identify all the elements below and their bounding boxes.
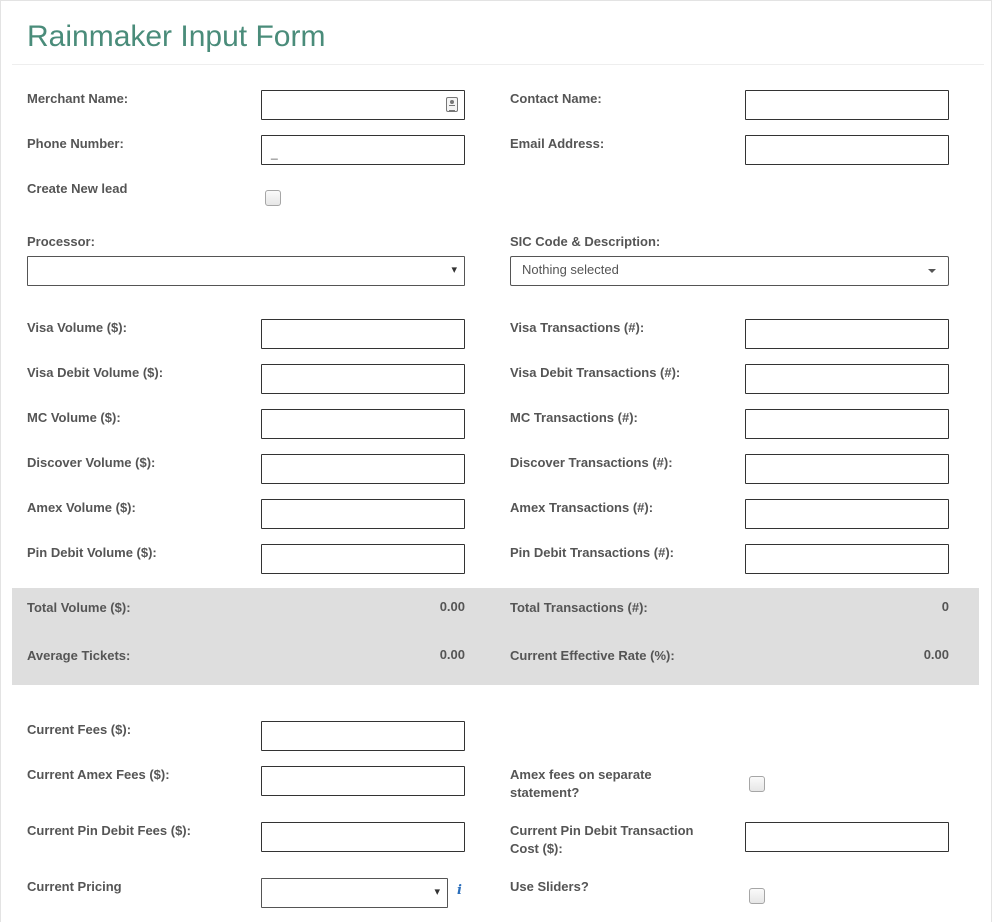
amex-separate-label-line2: statement? <box>510 785 580 800</box>
discover-transactions-input[interactable] <box>745 454 949 484</box>
caret-down-icon <box>928 269 936 273</box>
current-pricing-select[interactable]: ▾ <box>261 878 448 908</box>
total-volume-label: Total Volume ($): <box>27 600 131 615</box>
current-amex-fees-input[interactable] <box>261 766 465 796</box>
current-pin-debit-cost-input[interactable] <box>745 822 949 852</box>
chevron-down-icon: ▾ <box>434 886 440 898</box>
effective-rate-value: 0.00 <box>923 647 949 662</box>
page-title: Rainmaker Input Form <box>27 20 326 53</box>
current-pin-debit-fees-label: Current Pin Debit Fees ($): <box>27 823 191 838</box>
visa-transactions-input[interactable] <box>745 319 949 349</box>
amex-separate-checkbox[interactable] <box>749 776 765 792</box>
contact-name-input[interactable] <box>745 90 949 120</box>
visa-debit-volume-label: Visa Debit Volume ($): <box>27 365 164 380</box>
pin-debit-cost-label-line1: Current Pin Debit Transaction <box>510 823 694 838</box>
create-new-lead-checkbox[interactable] <box>265 190 281 206</box>
pin-debit-cost-label-line2: Cost ($): <box>510 841 563 856</box>
discover-volume-label: Discover Volume ($): <box>27 455 156 470</box>
pin-debit-transactions-input[interactable] <box>745 544 949 574</box>
merchant-name-input[interactable] <box>261 90 465 120</box>
discover-volume-input[interactable] <box>261 454 465 484</box>
mc-volume-input[interactable] <box>261 409 465 439</box>
current-fees-label: Current Fees ($): <box>27 722 132 737</box>
title-divider <box>12 64 984 65</box>
visa-volume-input[interactable] <box>261 319 465 349</box>
visa-debit-volume-input[interactable] <box>261 364 465 394</box>
amex-transactions-input[interactable] <box>745 499 949 529</box>
pin-debit-volume-input[interactable] <box>261 544 465 574</box>
processor-select[interactable]: ▾ <box>27 256 465 286</box>
visa-volume-label: Visa Volume ($): <box>27 320 127 335</box>
amex-volume-input[interactable] <box>261 499 465 529</box>
info-icon[interactable]: i <box>457 883 462 898</box>
amex-separate-label-line1: Amex fees on separate <box>510 767 652 782</box>
visa-transactions-label: Visa Transactions (#): <box>510 320 645 335</box>
email-address-input[interactable] <box>745 135 949 165</box>
pin-debit-transactions-label: Pin Debit Transactions (#): <box>510 545 674 560</box>
contact-name-label: Contact Name: <box>510 91 602 106</box>
phone-mask: _ <box>271 146 278 160</box>
email-address-label: Email Address: <box>510 136 605 151</box>
visa-debit-transactions-input[interactable] <box>745 364 949 394</box>
amex-transactions-label: Amex Transactions (#): <box>510 500 654 515</box>
average-tickets-label: Average Tickets: <box>27 648 131 663</box>
use-sliders-checkbox[interactable] <box>749 888 765 904</box>
sic-code-selected-text: Nothing selected <box>522 262 619 277</box>
amex-volume-label: Amex Volume ($): <box>27 500 136 515</box>
mc-volume-label: MC Volume ($): <box>27 410 121 425</box>
processor-label: Processor: <box>27 234 95 249</box>
mc-transactions-label: MC Transactions (#): <box>510 410 638 425</box>
mc-transactions-input[interactable] <box>745 409 949 439</box>
summary-panel <box>12 588 979 685</box>
total-volume-value: 0.00 <box>439 599 465 614</box>
current-pricing-label: Current Pricing <box>27 879 122 894</box>
effective-rate-label: Current Effective Rate (%): <box>510 648 675 663</box>
total-transactions-label: Total Transactions (#): <box>510 600 648 615</box>
merchant-name-label: Merchant Name: <box>27 91 129 106</box>
total-transactions-value: 0 <box>941 599 949 614</box>
phone-number-label: Phone Number: <box>27 136 124 151</box>
sic-code-select[interactable]: Nothing selected <box>510 256 949 286</box>
discover-transactions-label: Discover Transactions (#): <box>510 455 673 470</box>
current-fees-input[interactable] <box>261 721 465 751</box>
pin-debit-volume-label: Pin Debit Volume ($): <box>27 545 157 560</box>
create-new-lead-label: Create New lead <box>27 181 128 196</box>
contact-card-icon[interactable] <box>446 97 458 112</box>
sic-code-label: SIC Code & Description: <box>510 234 661 249</box>
chevron-down-icon: ▾ <box>451 264 457 276</box>
phone-number-input[interactable]: _ <box>261 135 465 165</box>
current-amex-fees-label: Current Amex Fees ($): <box>27 767 170 782</box>
use-sliders-label: Use Sliders? <box>510 879 589 894</box>
average-tickets-value: 0.00 <box>439 647 465 662</box>
visa-debit-transactions-label: Visa Debit Transactions (#): <box>510 365 681 380</box>
current-pin-debit-fees-input[interactable] <box>261 822 465 852</box>
